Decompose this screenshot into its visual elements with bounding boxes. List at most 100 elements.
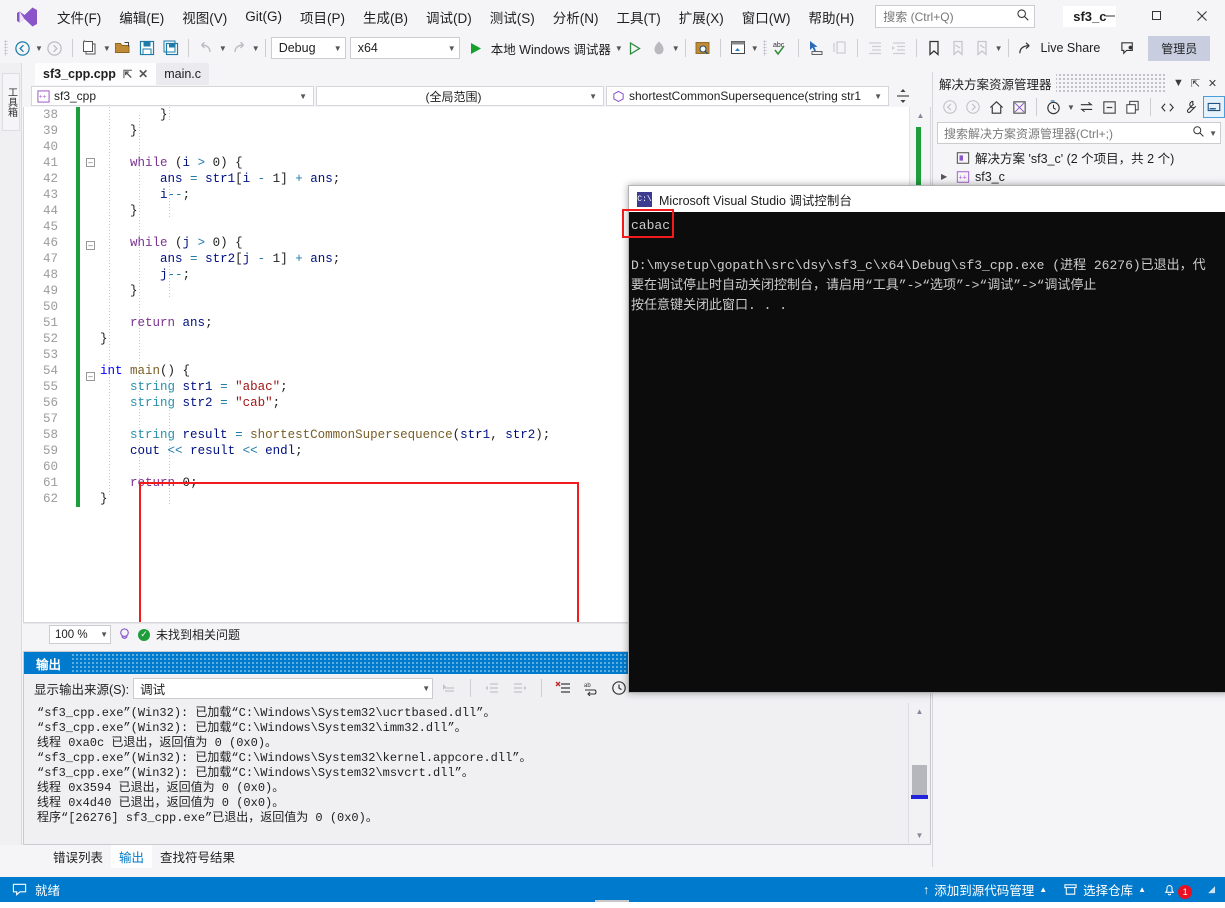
tab-output[interactable]: 输出 [111,845,153,868]
output-source-dropdown[interactable]: 调试 ▼ [133,677,434,699]
select-tool-icon[interactable] [805,36,827,60]
window-controls[interactable] [1087,0,1225,31]
menu-tools[interactable]: 工具(T) [608,2,670,32]
close-button[interactable] [1179,0,1225,31]
code-line[interactable]: } [100,107,908,123]
se-pending-dropdown-icon[interactable]: ▼ [1067,103,1075,112]
live-share-label[interactable]: Live Share [1038,41,1104,55]
menu-edit[interactable]: 编辑(E) [110,2,173,32]
toolbox-tab[interactable]: 工具箱 [2,73,20,131]
resize-grip-icon[interactable]: ◢ [1208,884,1215,895]
new-project-icon[interactable] [79,36,101,60]
main-menu[interactable]: 文件(F) 编辑(E) 视图(V) Git(G) 项目(P) 生成(B) 调试(… [48,0,863,33]
clear-output-icon[interactable] [551,677,575,699]
menu-help[interactable]: 帮助(H) [799,2,863,32]
se-home-icon[interactable] [985,96,1007,118]
tab-find-symbol-results[interactable]: 查找符号结果 [152,845,243,868]
pin-pane-icon[interactable]: ⇱ [1187,73,1204,93]
member-dropdown[interactable]: shortestCommonSupersequence(string str1 … [606,86,889,106]
back-dropdown-icon[interactable]: ▼ [35,44,43,53]
redo-dropdown-icon[interactable]: ▼ [252,44,260,53]
output-scroll-down-icon[interactable]: ▼ [909,827,930,843]
pane-menu-icon[interactable]: ▼ [1170,73,1187,93]
tree-row-project[interactable]: ▶ ++ sf3_c [941,167,1225,186]
se-preview-selected-icon[interactable] [1202,96,1225,118]
search-input[interactable]: 搜索 (Ctrl+Q) [875,5,1036,28]
zoom-level-dropdown[interactable]: 100 % ▼ [49,625,111,644]
se-sync-icon[interactable] [1076,96,1098,118]
console-output-text[interactable]: cabac D:\mysetup\gopath\src\dsy\sf3_c\x64… [629,212,1225,692]
menu-analyze[interactable]: 分析(N) [544,2,608,32]
se-collapse-all-icon[interactable] [1099,96,1121,118]
toolbar-grip-2[interactable] [762,40,767,56]
save-icon[interactable] [136,36,158,60]
new-dropdown-icon[interactable]: ▼ [103,44,111,53]
split-editor-icon[interactable] [892,84,914,108]
save-all-icon[interactable] [160,36,182,60]
output-text[interactable]: “sf3_cpp.exe”(Win32): 已加载“C:\Windows\Sys… [25,703,908,843]
menu-project[interactable]: 项目(P) [291,2,354,32]
start-without-debugging-icon[interactable] [624,36,646,60]
hot-reload-dropdown-icon[interactable]: ▼ [672,44,680,53]
undo-dropdown-icon[interactable]: ▼ [219,44,227,53]
solution-tree[interactable]: 解决方案 'sf3_c' (2 个项目，共 2 个) ▶ ++ sf3_c [933,144,1225,186]
run-dropdown-icon[interactable]: ▼ [615,44,623,53]
code-line[interactable]: } [100,123,908,139]
console-title-bar[interactable]: C:\ Microsoft Visual Studio 调试控制台 [629,186,1225,212]
output-scroll-thumb[interactable] [912,765,927,795]
find-in-files-icon[interactable] [692,36,714,60]
open-file-icon[interactable] [112,36,134,60]
close-tab-icon[interactable]: ✕ [138,67,148,81]
code-line[interactable]: while (i > 0) { [100,155,908,171]
spell-check-icon[interactable]: abc [770,36,792,60]
se-show-all-files-icon[interactable] [1008,96,1030,118]
scope-dropdown[interactable]: (全局范围) ▼ [316,86,604,106]
debug-console-window[interactable]: C:\ Microsoft Visual Studio 调试控制台 cabac D… [628,185,1225,693]
fold-toggle[interactable]: – [86,158,100,174]
bookmark-overflow-icon[interactable]: ▼ [995,44,1003,53]
menu-extensions[interactable]: 扩展(X) [670,2,733,32]
solution-platform-dropdown[interactable]: x64 ▼ [349,37,460,59]
code-line[interactable] [100,139,908,155]
scroll-up-arrow-icon[interactable]: ▲ [910,107,930,123]
solution-explorer-icon[interactable] [727,36,749,60]
project-dropdown[interactable]: ++ sf3_cpp ▼ [31,86,314,106]
document-tab-main-c[interactable]: main.c [156,63,210,85]
minimize-button[interactable] [1087,0,1133,31]
toggle-word-wrap-icon[interactable]: ab [579,677,603,699]
fold-toggle[interactable]: – [86,372,100,388]
maximize-button[interactable] [1133,0,1179,31]
menu-debug[interactable]: 调试(D) [417,2,481,32]
feedback-icon[interactable] [1117,36,1139,60]
start-debug-label[interactable]: 本地 Windows 调试器 [488,39,614,58]
menu-git[interactable]: Git(G) [236,4,291,29]
menu-file[interactable]: 文件(F) [48,2,110,32]
fold-toggle[interactable]: – [86,241,100,257]
output-scroll-up-icon[interactable]: ▲ [909,703,930,719]
output-vertical-scrollbar[interactable]: ▲ ▼ [908,703,929,843]
solution-explorer-search-input[interactable]: 搜索解决方案资源管理器(Ctrl+;) ▼ [937,122,1221,144]
toggle-bookmark-icon[interactable] [923,36,945,60]
menu-view[interactable]: 视图(V) [173,2,236,32]
select-repository-button[interactable]: 选择仓库 ▲ [1063,880,1146,899]
pin-icon[interactable]: ⇱ [123,68,132,81]
navigate-backward-icon[interactable] [11,36,33,60]
notifications-button[interactable]: 1 [1162,880,1193,899]
menu-test[interactable]: 测试(S) [481,2,544,32]
add-to-source-control-button[interactable]: ↑ 添加到源代码管理 ▲ [923,880,1047,899]
live-share-icon[interactable] [1015,36,1037,60]
intellisense-icon[interactable] [117,627,132,642]
se-search-options-icon[interactable]: ▼ [1209,129,1217,138]
tree-row-solution[interactable]: 解决方案 'sf3_c' (2 个项目，共 2 个) [941,148,1225,167]
close-pane-icon[interactable]: ✕ [1204,73,1221,93]
document-tab-sf3-cpp[interactable]: sf3_cpp.cpp ⇱ ✕ [35,63,157,85]
menu-build[interactable]: 生成(B) [354,2,417,32]
se-new-window-icon[interactable] [1122,96,1144,118]
se-code-view-icon[interactable] [1157,96,1179,118]
se-properties-icon[interactable] [1180,96,1202,118]
window-dropdown-icon[interactable]: ▼ [751,44,759,53]
se-pending-changes-icon[interactable] [1043,96,1065,118]
solution-config-dropdown[interactable]: Debug ▼ [270,37,346,59]
fold-column[interactable]: – – – [86,107,100,516]
start-debugging-icon[interactable] [465,36,487,60]
